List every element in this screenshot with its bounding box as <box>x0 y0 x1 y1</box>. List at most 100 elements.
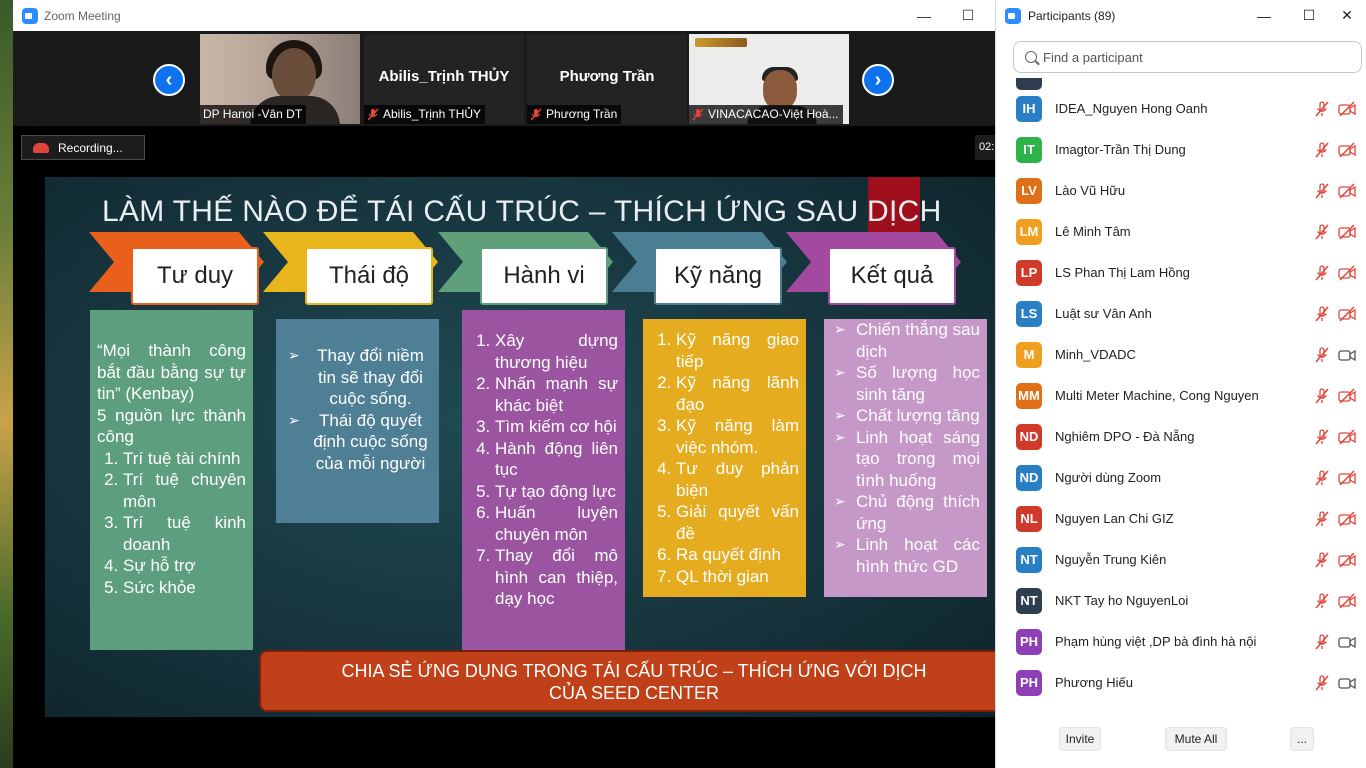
avatar: PH <box>1016 669 1042 696</box>
list-item: Giải quyết vấn đề <box>676 501 799 544</box>
participant-name: Nghiêm DPO - Đà Nẵng <box>1055 429 1195 444</box>
list-item: Linh hoạt các hình thức GD <box>826 534 980 577</box>
previous-page-arrow-icon[interactable]: ‹ <box>153 64 185 96</box>
mic-muted-icon[interactable] <box>1314 633 1330 650</box>
mic-muted-icon[interactable] <box>1314 674 1330 691</box>
desktop-background <box>0 0 14 768</box>
participant-row[interactable]: IT Imagtor-Trần Thị Dung <box>996 129 1366 170</box>
mic-muted-icon[interactable] <box>1314 592 1330 609</box>
meeting-timer: 02: <box>975 135 995 160</box>
mute-all-button[interactable]: Mute All <box>1165 727 1227 751</box>
zoom-meeting-window: Zoom Meeting — ☐ ‹ DP Hanoi -Vân DT Abil… <box>13 0 995 768</box>
participant-row[interactable]: M Minh_VDADC <box>996 334 1366 375</box>
mic-muted-icon[interactable] <box>1314 387 1330 404</box>
search-input[interactable] <box>1043 49 1343 65</box>
avatar: ND <box>1016 423 1042 450</box>
camera-icon <box>1338 677 1356 689</box>
participant-name: LS Phan Thị Lam Hồng <box>1055 265 1190 280</box>
participant-row[interactable]: ND Nghiêm DPO - Đà Nẵng <box>996 416 1366 457</box>
video-tile[interactable]: DP Hanoi -Vân DT <box>200 34 360 124</box>
list-item: Sức khỏe <box>123 577 246 599</box>
participant-row[interactable]: MM Multi Meter Machine, Cong Nguyen <box>996 375 1366 416</box>
list-item: Thái độ quyết định cuộc sống của mỗi ngư… <box>280 410 431 475</box>
mic-muted-icon[interactable] <box>1314 305 1330 322</box>
more-options-button[interactable]: ... <box>1290 727 1314 751</box>
meeting-titlebar: Zoom Meeting — ☐ <box>13 0 995 31</box>
list-item: Trí tuệ tài chính <box>123 448 246 470</box>
mic-muted-icon <box>530 108 542 121</box>
step-label-1: Tư duy <box>131 247 259 305</box>
participant-row[interactable]: PH Phương Hiếu <box>996 662 1366 703</box>
participant-list[interactable]: IH IDEA_Nguyen Hong Oanh IT Imagtor-Trần Th… <box>996 78 1366 710</box>
quote-text: “Mọi thành công bắt đầu bằng sự tự tin” … <box>97 341 246 403</box>
video-tile[interactable]: Abilis_Trịnh THỦY Abilis_Trịnh THỦY <box>364 34 524 124</box>
tile-name-label: VINACACAO-Việt Hoà... <box>689 105 843 124</box>
participant-row[interactable]: IH IDEA_Nguyen Hong Oanh <box>996 88 1366 129</box>
camera-off-icon <box>1338 264 1356 281</box>
video-tile[interactable]: VINACACAO-Việt Hoà... <box>689 34 849 124</box>
participant-row[interactable]: LP LS Phan Thị Lam Hồng <box>996 252 1366 293</box>
tile-name-label: DP Hanoi -Vân DT <box>200 105 307 124</box>
avatar: LM <box>1016 218 1042 245</box>
participant-row[interactable]: NL Nguyen Lan Chi GIZ <box>996 498 1366 539</box>
participant-row[interactable]: NT NKT Tay ho NguyenLoi <box>996 580 1366 621</box>
participant-row[interactable]: PH Phạm hùng việt ,DP bà đình hà nội <box>996 621 1366 662</box>
list-item: Tìm kiếm cơ hội <box>495 416 618 438</box>
camera-off-icon <box>1338 223 1356 240</box>
mic-muted-icon[interactable] <box>1314 182 1330 199</box>
list-item: Kỹ năng giao tiếp <box>676 329 799 372</box>
list-item: Kỹ năng làm việc nhóm. <box>676 415 799 458</box>
next-page-arrow-icon[interactable]: › <box>862 64 894 96</box>
participants-footer: Invite Mute All ... <box>996 713 1366 768</box>
participant-name: Người dùng Zoom <box>1055 470 1162 485</box>
mic-muted-icon[interactable] <box>1314 510 1330 527</box>
participant-row[interactable]: LS Luật sư Vân Anh <box>996 293 1366 334</box>
mic-muted-icon[interactable] <box>1314 141 1330 158</box>
invite-button[interactable]: Invite <box>1059 727 1101 751</box>
participant-search[interactable] <box>1013 41 1362 73</box>
camera-off-icon <box>1338 592 1356 609</box>
column-ket-qua: Chiến thắng sau dịch Số lượng học sinh t… <box>824 319 987 597</box>
mic-muted-icon[interactable] <box>1314 100 1330 117</box>
participant-name: Phương Hiếu <box>1055 675 1133 690</box>
mic-muted-icon[interactable] <box>1314 469 1330 486</box>
list-item: Hành động liên tục <box>495 438 618 481</box>
column-thai-do: Thay đổi niềm tin sẽ thay đổi cuộc sống.… <box>276 319 439 523</box>
participant-row[interactable] <box>996 703 1366 710</box>
participant-row[interactable]: LV Lào Vũ Hữu <box>996 170 1366 211</box>
list-item: Chất lượng tăng <box>826 405 980 427</box>
list-item: Huấn luyện chuyên môn <box>495 502 618 545</box>
mic-muted-icon[interactable] <box>1314 551 1330 568</box>
participant-row[interactable]: LM Lê Minh Tâm <box>996 211 1366 252</box>
maximize-button[interactable]: ☐ <box>945 0 991 31</box>
minimize-button[interactable]: — <box>901 0 947 31</box>
zoom-app-icon <box>1005 7 1021 24</box>
tile-name-label: Abilis_Trịnh THỦY <box>364 105 486 124</box>
mic-muted-icon[interactable] <box>1314 264 1330 281</box>
mic-muted-icon[interactable] <box>1314 346 1330 363</box>
step-label-5: Kết quả <box>828 247 956 305</box>
list-item: Tư duy phản biện <box>676 458 799 501</box>
close-button[interactable]: ✕ <box>1324 0 1366 31</box>
camera-off-icon <box>1338 305 1356 322</box>
participant-row[interactable]: NT Nguyễn Trung Kiên <box>996 539 1366 580</box>
video-thumbnail-strip: ‹ DP Hanoi -Vân DT Abilis_Trịnh THỦY Abi… <box>13 31 995 126</box>
camera-off-icon <box>1338 387 1356 404</box>
participant-name: IDEA_Nguyen Hong Oanh <box>1055 101 1208 116</box>
camera-off-icon <box>1338 100 1356 117</box>
avatar: IH <box>1016 95 1042 122</box>
avatar: NT <box>1016 546 1042 573</box>
step-label-4: Kỹ năng <box>654 247 782 305</box>
mic-muted-icon[interactable] <box>1314 223 1330 240</box>
minimize-button[interactable]: — <box>1241 0 1287 31</box>
avatar: ND <box>1016 464 1042 491</box>
participant-name: Nguyễn Trung Kiên <box>1055 552 1167 567</box>
recording-indicator[interactable]: Recording... <box>21 135 145 160</box>
mic-muted-icon[interactable] <box>1314 428 1330 445</box>
participant-row[interactable]: ND Người dùng Zoom <box>996 457 1366 498</box>
mic-muted-icon <box>692 108 704 121</box>
list-item: Ra quyết định <box>676 544 799 566</box>
slide-title: LÀM THẾ NÀO ĐỂ TÁI CẤU TRÚC – THÍCH ỨNG … <box>102 195 942 228</box>
video-tile[interactable]: Phương Trần Phương Trần <box>527 34 687 124</box>
window-title: Zoom Meeting <box>44 8 121 23</box>
